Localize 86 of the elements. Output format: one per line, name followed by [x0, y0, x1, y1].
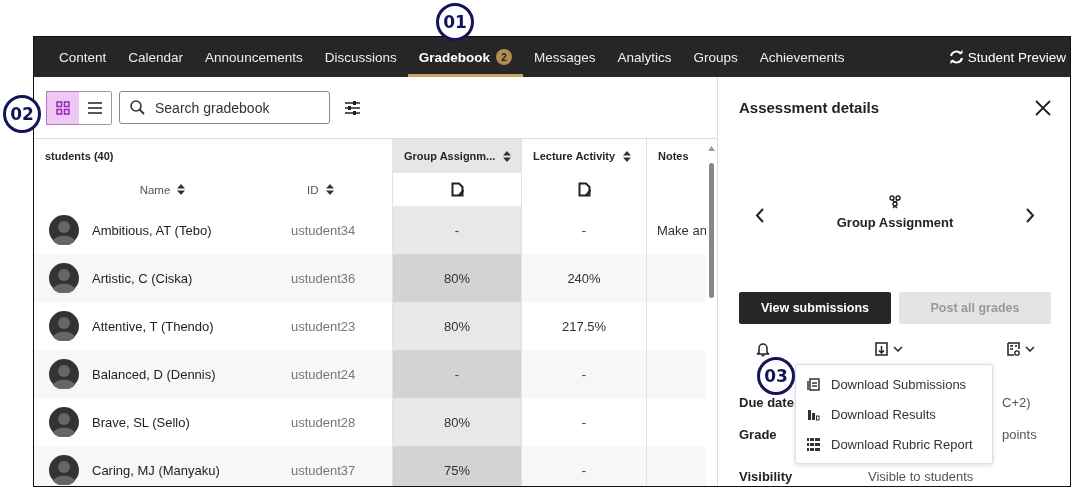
column-header[interactable]: Lecture Activity: [521, 139, 646, 173]
student-name[interactable]: Attentive, T (Thendo): [92, 318, 214, 334]
grade-cell: 80%: [392, 302, 521, 350]
nav-tab[interactable]: Discussions: [313, 37, 408, 77]
avatar-icon: [49, 407, 79, 437]
action-button[interactable]: View submissions: [739, 292, 891, 324]
bar-chart-icon: [807, 407, 820, 421]
sort-icon: [325, 184, 334, 195]
report-menu-button[interactable]: [1007, 342, 1035, 356]
caret-icon: [892, 346, 903, 352]
report-icon: [1007, 342, 1020, 356]
column-header: students (40): [44, 149, 115, 164]
nav-tab[interactable]: Calendar: [117, 37, 195, 77]
avatar-icon: [49, 263, 79, 293]
detail-value: Visible to students: [868, 468, 974, 484]
student-name[interactable]: Brave, SL (Sello): [92, 414, 190, 430]
student-id: ustudent28: [291, 413, 357, 432]
student-id: ustudent23: [291, 317, 357, 336]
avatar-icon: [49, 455, 79, 485]
column-header[interactable]: Notes: [646, 139, 706, 173]
menu-item[interactable]: Download Submissions: [796, 369, 992, 399]
detail-label: Due date: [739, 394, 794, 410]
avatar-icon: [49, 215, 79, 245]
nav-tab[interactable]: Groups: [682, 37, 749, 77]
detail-label: Grade: [739, 426, 777, 442]
detail-label: Visibility: [739, 468, 793, 484]
nav-tab[interactable]: Messages: [522, 37, 607, 77]
grade-cell: -: [392, 206, 521, 254]
column-header[interactable]: Name: [139, 183, 171, 196]
sort-icon: [177, 184, 186, 195]
rubric-grid-icon: [807, 437, 820, 451]
document-edit-icon: [577, 182, 591, 197]
student-name[interactable]: Ambitious, AT (Tebo): [92, 222, 212, 238]
student-preview-button[interactable]: Student Preview: [942, 37, 1070, 77]
nav-tab[interactable]: Analytics: [606, 37, 683, 77]
group-icon: [888, 194, 902, 209]
student-name[interactable]: Artistic, C (Ciska): [92, 270, 193, 286]
menu-item[interactable]: Download Rubric Report: [796, 429, 992, 459]
student-name[interactable]: Balanced, D (Dennis): [92, 366, 216, 382]
student-id: ustudent37: [291, 446, 392, 486]
download-icon: [874, 342, 888, 356]
column-header[interactable]: Group Assignm...: [392, 139, 521, 173]
search-field[interactable]: Search gradebook: [119, 91, 330, 124]
grade-cell: -: [392, 350, 521, 398]
avatar-icon: [49, 311, 79, 341]
nav-tab[interactable]: Achievements: [748, 37, 856, 77]
grid-icon: [56, 100, 70, 115]
grade-cell: 80%: [392, 254, 521, 302]
search-icon: [130, 100, 145, 115]
student-id: ustudent34: [291, 221, 357, 240]
grade-cell: 75%: [392, 446, 521, 486]
assessment-name: Group Assignment: [836, 214, 954, 230]
caret-icon: [1025, 346, 1035, 352]
column-header[interactable]: ID: [307, 183, 319, 196]
student-name[interactable]: Caring, MJ (Manyaku): [92, 462, 220, 478]
list-view-button[interactable]: [79, 91, 111, 124]
grade-cell: -: [521, 350, 646, 398]
nav-tab[interactable]: Content: [48, 37, 118, 77]
chevron-right-icon[interactable]: [1026, 207, 1035, 223]
document-edit-icon: [450, 182, 464, 197]
count-badge: 2: [495, 49, 512, 65]
grade-cell: -: [521, 446, 646, 486]
student-id: ustudent24: [291, 350, 392, 398]
callout-marker: 01: [436, 3, 474, 41]
student-id: ustudent36: [291, 254, 392, 302]
grid-view-button[interactable]: [47, 91, 79, 124]
sort-icon: [623, 150, 632, 162]
grade-cell: 240%: [521, 254, 646, 302]
download-menu-button[interactable]: [874, 342, 903, 356]
avatar-icon: [49, 359, 79, 389]
menu-item[interactable]: Download Results: [796, 399, 992, 429]
document-icon: [807, 377, 820, 391]
callout-marker: 02: [3, 95, 41, 133]
grade-cell: 80%: [392, 398, 521, 446]
refresh-icon: [948, 50, 964, 64]
panel-title: Assessment details: [739, 99, 880, 116]
close-icon[interactable]: [1035, 99, 1051, 116]
sort-icon: [503, 150, 512, 162]
filter-icon[interactable]: [345, 99, 360, 116]
bell-icon[interactable]: [756, 341, 770, 357]
detail-value: points: [1002, 426, 1037, 442]
list-icon: [88, 101, 102, 114]
detail-value: C+2): [1002, 394, 1031, 410]
callout-marker: 03: [757, 357, 795, 395]
chevron-left-icon[interactable]: [755, 207, 764, 223]
nav-tab[interactable]: Announcements: [194, 37, 314, 77]
